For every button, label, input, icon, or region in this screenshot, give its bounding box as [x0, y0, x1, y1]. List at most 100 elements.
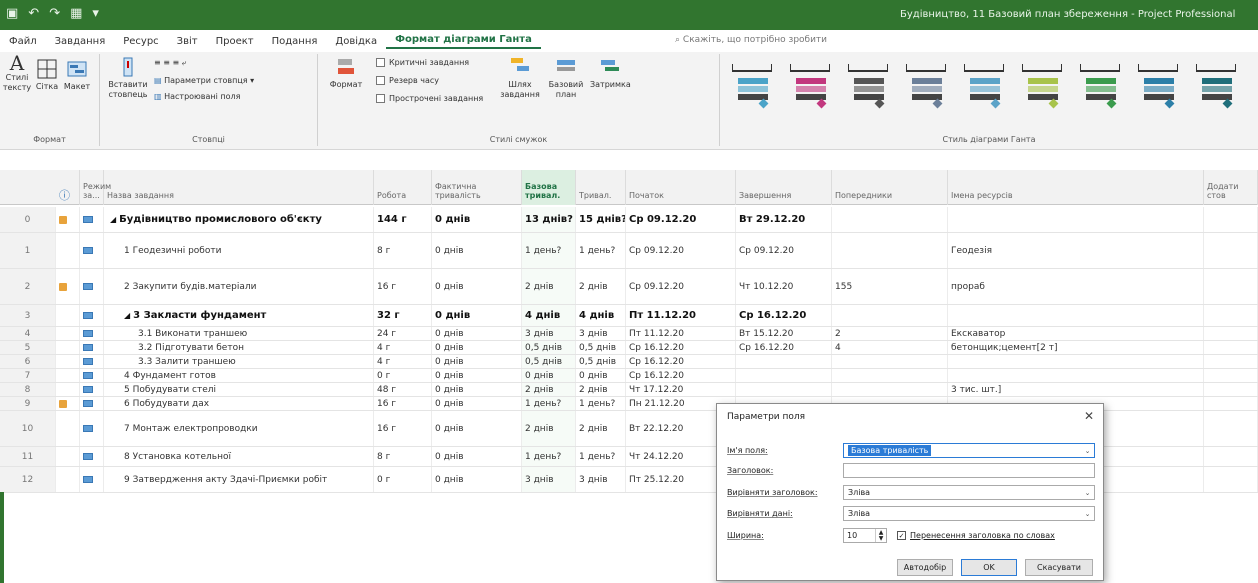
dur-cell[interactable]: 0 днів: [576, 369, 626, 382]
add-column-cell[interactable]: [1204, 397, 1258, 410]
start-cell[interactable]: Ср 16.12.20: [626, 341, 736, 354]
task-mode-header[interactable]: Режим за...: [80, 170, 111, 205]
wrap-text-icon[interactable]: ⤶: [182, 58, 186, 67]
row-number[interactable]: 6: [0, 355, 56, 368]
gantt-view-icon[interactable]: ▦: [70, 6, 82, 21]
task-mode-cell[interactable]: [80, 397, 104, 410]
task-name-cell[interactable]: 7 Монтаж електропроводки: [104, 411, 374, 446]
dur-cell[interactable]: 15 днів?: [576, 207, 626, 232]
indicator-cell[interactable]: [56, 383, 80, 396]
dur-cell[interactable]: 3 днів: [576, 467, 626, 492]
table-row[interactable]: 4 3.1 Виконати траншею 24 г0 днів 3 днів 3 д…: [0, 327, 1258, 341]
add-column-cell[interactable]: [1204, 305, 1258, 326]
collapse-icon[interactable]: ◢: [124, 311, 130, 320]
row-number[interactable]: 9: [0, 397, 56, 410]
ok-button[interactable]: OK: [961, 559, 1017, 576]
task-name-cell[interactable]: 6 Побудувати дах: [104, 397, 374, 410]
finish-cell[interactable]: Ср 16.12.20: [736, 341, 832, 354]
task-mode-cell[interactable]: [80, 341, 104, 354]
customize-qat-icon[interactable]: ▾: [92, 6, 99, 21]
res-cell[interactable]: Геодезія: [948, 233, 1204, 268]
pred-cell[interactable]: [832, 383, 948, 396]
indicator-cell[interactable]: [56, 305, 80, 326]
gantt-style-swatch[interactable]: [790, 64, 830, 109]
start-cell[interactable]: Чт 17.12.20: [626, 383, 736, 396]
base-cell[interactable]: 3 днів: [522, 327, 576, 340]
tab-2[interactable]: Ресурс: [114, 36, 167, 47]
act-cell[interactable]: 0 днів: [432, 397, 522, 410]
task-mode-cell[interactable]: [80, 355, 104, 368]
tab-3[interactable]: Звіт: [168, 36, 207, 47]
start-cell[interactable]: Пт 11.12.20: [626, 327, 736, 340]
task-mode-cell[interactable]: [80, 383, 104, 396]
table-row[interactable]: 0 ◢ Будівництво промислового об'єкту 144 г0…: [0, 207, 1258, 233]
base-cell[interactable]: 2 днів: [522, 411, 576, 446]
task-name-header[interactable]: Назва завдання: [104, 170, 374, 205]
gantt-style-swatch[interactable]: [1022, 64, 1062, 109]
pred-cell[interactable]: [832, 369, 948, 382]
base-cell[interactable]: 1 день?: [522, 233, 576, 268]
slippage-button[interactable]: Затримка: [590, 56, 631, 90]
add-column-cell[interactable]: [1204, 467, 1258, 492]
layout-button[interactable]: Макет: [62, 58, 92, 92]
indicator-cell[interactable]: [56, 207, 80, 232]
start-cell[interactable]: Ср 16.12.20: [626, 355, 736, 368]
tab-1[interactable]: Завдання: [46, 36, 115, 47]
task-name-cell[interactable]: ◢ Будівництво промислового об'єкту: [104, 207, 374, 232]
tab-4[interactable]: Проект: [207, 36, 263, 47]
work-cell[interactable]: 0 г: [374, 467, 432, 492]
tab-7[interactable]: Формат діаграми Ганта: [386, 34, 541, 49]
indicator-cell[interactable]: [56, 447, 80, 466]
act-cell[interactable]: 0 днів: [432, 411, 522, 446]
task-path-button[interactable]: Шлях завдання: [498, 56, 542, 100]
add-column-cell[interactable]: [1204, 355, 1258, 368]
indicators-header[interactable]: ⓘ: [56, 170, 80, 205]
insert-column-button[interactable]: Вставити стовпець: [108, 56, 148, 100]
act-cell[interactable]: 0 днів: [432, 467, 522, 492]
pred-cell[interactable]: [832, 305, 948, 326]
dur-cell[interactable]: 3 днів: [576, 327, 626, 340]
start-cell[interactable]: Ср 09.12.20: [626, 207, 736, 232]
dur-cell[interactable]: 0,5 днів: [576, 355, 626, 368]
row-number[interactable]: 11: [0, 447, 56, 466]
act-cell[interactable]: 0 днів: [432, 305, 522, 326]
finish-cell[interactable]: [736, 369, 832, 382]
duration-header[interactable]: Тривал.: [576, 170, 626, 205]
res-cell[interactable]: [948, 305, 1204, 326]
dur-cell[interactable]: 1 день?: [576, 447, 626, 466]
text-styles-button[interactable]: A Стилі тексту: [2, 53, 32, 93]
gantt-style-swatch[interactable]: [964, 64, 1004, 109]
work-cell[interactable]: 16 г: [374, 269, 432, 304]
row-number[interactable]: 10: [0, 411, 56, 446]
work-cell[interactable]: 8 г: [374, 447, 432, 466]
base-cell[interactable]: 13 днів?: [522, 207, 576, 232]
base-cell[interactable]: 3 днів: [522, 467, 576, 492]
finish-cell[interactable]: Ср 16.12.20: [736, 305, 832, 326]
base-cell[interactable]: 1 день?: [522, 397, 576, 410]
act-cell[interactable]: 0 днів: [432, 383, 522, 396]
table-row[interactable]: 74 Фундамент готов 0 г0 днів 0 днів 0 днів С…: [0, 369, 1258, 383]
pred-cell[interactable]: [832, 207, 948, 232]
res-cell[interactable]: [948, 207, 1204, 232]
tell-me-search[interactable]: ⌕ Скажіть, що потрібно зробити: [675, 35, 827, 45]
act-cell[interactable]: 0 днів: [432, 447, 522, 466]
dur-cell[interactable]: 1 день?: [576, 397, 626, 410]
res-cell[interactable]: [948, 355, 1204, 368]
start-cell[interactable]: Ср 09.12.20: [626, 269, 736, 304]
task-name-cell[interactable]: 3.1 Виконати траншею: [104, 327, 374, 340]
finish-cell[interactable]: Вт 15.12.20: [736, 327, 832, 340]
indicator-cell[interactable]: [56, 411, 80, 446]
work-cell[interactable]: 144 г: [374, 207, 432, 232]
res-cell[interactable]: прораб: [948, 269, 1204, 304]
task-mode-cell[interactable]: [80, 327, 104, 340]
dur-cell[interactable]: 1 день?: [576, 233, 626, 268]
add-column-cell[interactable]: [1204, 369, 1258, 382]
gridlines-button[interactable]: Сітка: [34, 58, 60, 92]
collapse-icon[interactable]: ◢: [110, 215, 116, 224]
work-cell[interactable]: 0 г: [374, 369, 432, 382]
dur-cell[interactable]: 2 днів: [576, 269, 626, 304]
task-mode-cell[interactable]: [80, 305, 104, 326]
work-cell[interactable]: 8 г: [374, 233, 432, 268]
add-column-cell[interactable]: [1204, 341, 1258, 354]
close-icon[interactable]: ✕: [1084, 409, 1094, 423]
